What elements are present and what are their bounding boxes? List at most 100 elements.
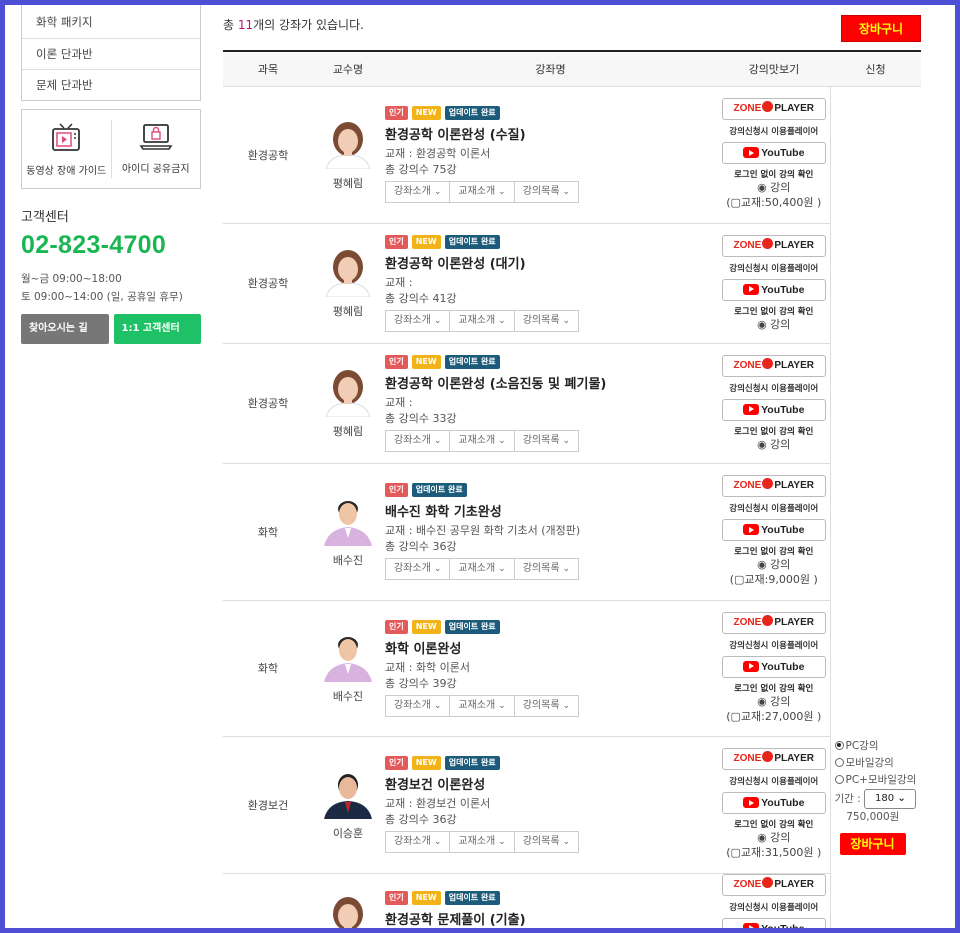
zoneplayer-button[interactable]: ZONE PLAYER (721, 873, 826, 896)
professor-cell: 평혜림 (313, 86, 383, 224)
tv-play-icon (52, 123, 81, 151)
preview-cell: ZONE PLAYER 강의신청시 이용플레이어 YouTube 로그인 없이 강… (718, 223, 830, 344)
course-title[interactable]: 환경공학 이론완성 (소음진동 및 폐기물) (385, 373, 718, 392)
lecture-list-dropdown[interactable]: 강의목록⌄ (513, 831, 580, 853)
chevron-down-icon: ⌄ (562, 315, 571, 326)
youtube-button[interactable]: YouTube (721, 142, 826, 164)
cart-button-apply[interactable]: 장바구니 (839, 832, 906, 855)
course-count: 총 강의수 75강 (385, 163, 457, 176)
course-intro-dropdown[interactable]: 강좌소개⌄ (385, 694, 451, 717)
directions-button[interactable]: 찾아오시는 길 (21, 314, 109, 344)
badges: 인기 NEW 업데이트 완료 (385, 891, 718, 905)
video-guide-link[interactable]: 동영상 장애 가이드 (22, 110, 111, 188)
course-title[interactable]: 환경공학 이론완성 (대기) (385, 253, 718, 272)
menu-item-chemistry-package[interactable]: 화학 패키지 (22, 0, 200, 38)
youtube-text: YouTube (761, 660, 805, 673)
option-both[interactable]: PC+모바일강의 (834, 772, 922, 789)
book-price[interactable]: (▢교재:50,400원 ) (718, 195, 830, 211)
book-price[interactable]: (▢교재:31,500원 ) (718, 845, 830, 861)
option-pc-label: PC강의 (845, 739, 879, 752)
zoneplayer-button[interactable]: ZONE PLAYER (721, 475, 826, 497)
youtube-button[interactable]: YouTube (721, 278, 826, 301)
book-intro-dropdown[interactable]: 교재소개⌄ (449, 558, 515, 580)
course-intro-dropdown[interactable]: 강좌소개⌄ (385, 558, 451, 580)
lecture-list-label: 강의목록 (522, 186, 560, 197)
support-button[interactable]: 1:1 고객센터 (113, 314, 201, 344)
course-title[interactable]: 화학 이론완성 (385, 638, 718, 657)
lecture-radio[interactable]: ◉ 강의 (718, 830, 830, 845)
zoneplayer-button[interactable]: ZONE PLAYER (721, 611, 826, 634)
course-title[interactable]: 환경공학 문제풀이 (기출) (385, 909, 718, 928)
zoneplayer-button[interactable]: ZONE PLAYER (721, 748, 826, 770)
book-intro-dropdown[interactable]: 교재소개⌄ (449, 309, 515, 332)
zoneplayer-logo-icon (762, 751, 774, 762)
course-title[interactable]: 환경보건 이론완성 (385, 774, 718, 793)
youtube-text: YouTube (761, 524, 805, 536)
youtube-play-icon (743, 922, 760, 933)
player-text: PLAYER (774, 616, 814, 628)
zone-text: ZONE (733, 103, 762, 114)
book-intro-dropdown[interactable]: 교재소개⌄ (449, 429, 515, 452)
youtube-button[interactable]: YouTube (721, 519, 826, 541)
option-mobile[interactable]: 모바일강의 (834, 755, 922, 772)
course-count: 총 강의수 39강 (385, 676, 457, 690)
course-intro-label: 강좌소개 (394, 563, 431, 574)
zone-text: ZONE (733, 616, 762, 628)
youtube-button[interactable]: YouTube (721, 655, 826, 678)
zoneplayer-button[interactable]: ZONE PLAYER (721, 354, 826, 377)
course-intro-dropdown[interactable]: 강좌소개⌄ (385, 429, 451, 452)
menu-item-problem-course[interactable]: 문제 단과반 (22, 69, 200, 100)
period-select[interactable]: 180 ⌄ (864, 788, 917, 809)
lecture-list-dropdown[interactable]: 강의목록⌄ (513, 309, 580, 332)
badge-hot: 인기 (385, 756, 408, 770)
cart-button-top[interactable]: 장바구니 (841, 15, 921, 42)
lecture-list-dropdown[interactable]: 강의목록⌄ (513, 694, 580, 717)
zoneplayer-note: 강의신청시 이용플레이어 (729, 902, 819, 913)
chevron-down-icon: ⌄ (433, 564, 442, 574)
course-dropdowns: 강좌소개⌄ 교재소개⌄ 강의목록⌄ (385, 831, 718, 853)
course-intro-label: 강좌소개 (394, 434, 431, 446)
lecture-radio[interactable]: ◉ 강의 (718, 317, 830, 332)
guide-icons: 동영상 장애 가이드 아이디 공유금지 (21, 109, 201, 189)
lecture-list-dropdown[interactable]: 강의목록⌄ (513, 429, 580, 452)
course-title[interactable]: 배수진 화학 기초완성 (385, 501, 718, 520)
lecture-radio[interactable]: ◉ 강의 (718, 437, 830, 452)
lecture-list-label: 강의목록 (522, 836, 560, 847)
course-intro-label: 강좌소개 (394, 836, 431, 847)
table-header: 과목 교수명 강좌명 강의맛보기 신청 (223, 51, 921, 87)
book-intro-dropdown[interactable]: 교재소개⌄ (449, 694, 515, 717)
course-info: 인기 NEW 업데이트 완료 환경공학 문제풀이 (기출) 강좌소개⌄ 교재소개… (383, 873, 718, 933)
course-title[interactable]: 환경공학 이론완성 (수질) (385, 124, 718, 143)
id-sharing-link[interactable]: 아이디 공유금지 (110, 120, 201, 178)
header-professor: 교수명 (313, 51, 383, 87)
player-text: PLAYER (774, 239, 814, 251)
book-intro-dropdown[interactable]: 교재소개⌄ (449, 831, 515, 853)
lecture-list-dropdown[interactable]: 강의목록⌄ (513, 181, 580, 203)
zoneplayer-button[interactable]: ZONE PLAYER (721, 98, 826, 120)
option-pc[interactable]: PC강의 (834, 738, 922, 755)
lecture-list-label: 강의목록 (522, 563, 560, 574)
zoneplayer-button[interactable]: ZONE PLAYER (721, 234, 826, 257)
book-price[interactable]: (▢교재:27,000원 ) (718, 709, 830, 725)
book-intro-dropdown[interactable]: 교재소개⌄ (449, 181, 515, 203)
lecture-radio[interactable]: ◉ 강의 (718, 694, 830, 709)
cs-hours-saturday: 토 09:00~14:00 (일, 공휴일 휴무) (21, 291, 183, 303)
menu-item-theory-course[interactable]: 이론 단과반 (22, 38, 200, 69)
lecture-radio[interactable]: ◉ 강의 (718, 180, 830, 195)
course-intro-dropdown[interactable]: 강좌소개⌄ (385, 181, 451, 203)
zoneplayer-note: 강의신청시 이용플레이어 (729, 383, 819, 394)
youtube-button[interactable]: YouTube (721, 792, 826, 814)
youtube-button[interactable]: YouTube (721, 398, 826, 421)
youtube-button[interactable]: YouTube (721, 917, 826, 933)
chevron-down-icon: ⌄ (498, 315, 506, 326)
course-intro-label: 강좌소개 (394, 314, 431, 326)
radio-icon (834, 774, 844, 784)
total-prefix: 총 (223, 18, 238, 32)
badge-update: 업데이트 완료 (444, 891, 500, 905)
zoneplayer-logo-icon (762, 614, 774, 626)
course-intro-dropdown[interactable]: 강좌소개⌄ (385, 309, 451, 332)
book-price[interactable]: (▢교재:9,000원 ) (718, 572, 830, 588)
lecture-radio[interactable]: ◉ 강의 (718, 557, 830, 572)
lecture-list-dropdown[interactable]: 강의목록⌄ (513, 558, 580, 580)
course-intro-dropdown[interactable]: 강좌소개⌄ (385, 831, 451, 853)
